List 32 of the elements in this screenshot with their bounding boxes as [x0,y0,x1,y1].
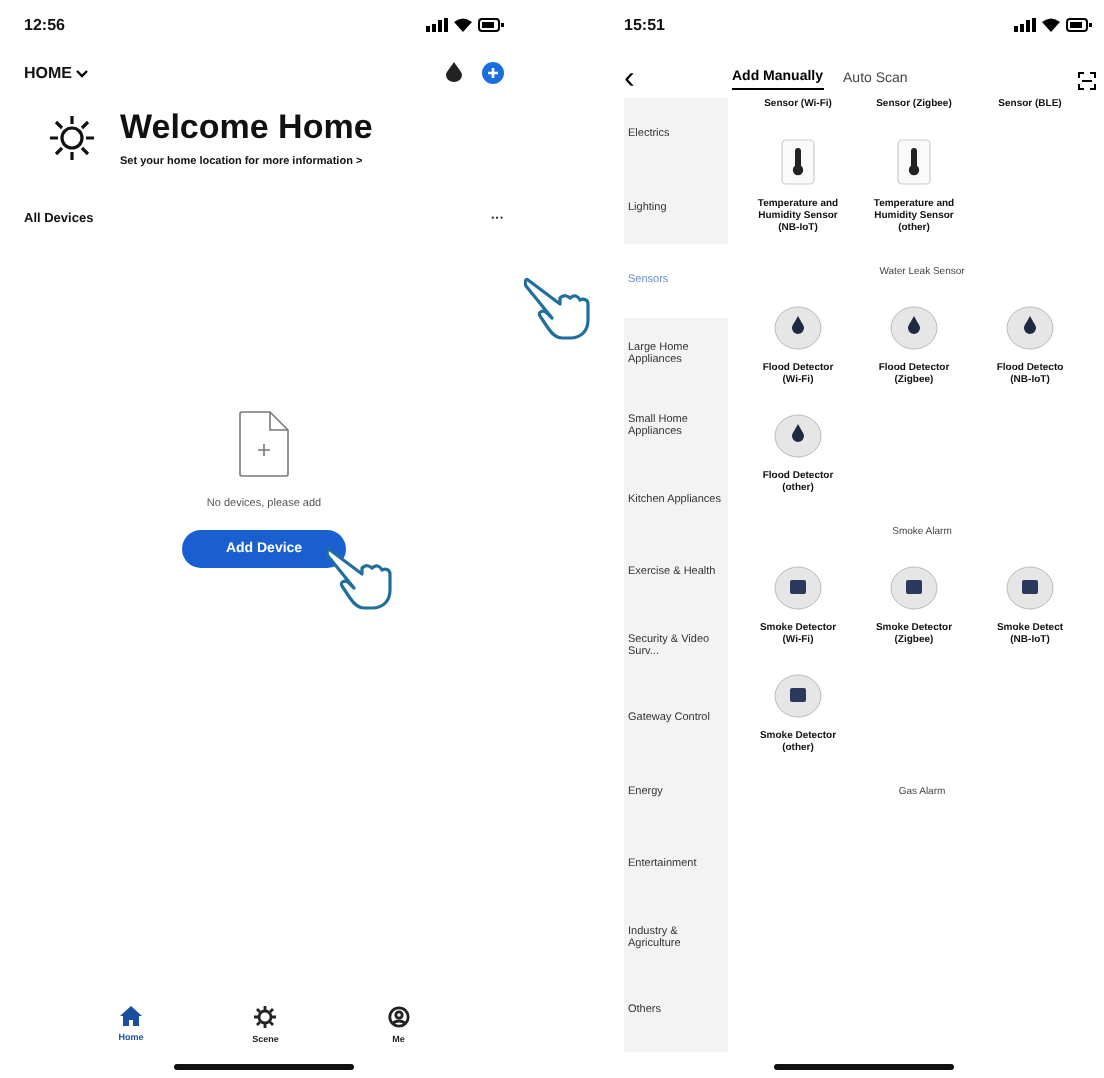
flood-detector-icon [774,306,822,350]
sun-icon [48,114,96,162]
status-time: 12:56 [24,16,65,34]
scan-icon[interactable] [1078,71,1096,89]
flood-detector-icon [1006,306,1054,350]
wifi-icon [454,18,472,32]
smoke-detector-icon [1006,566,1054,610]
wifi-icon [1042,18,1060,32]
smoke-detector-icon [890,566,938,610]
status-time: 15:51 [624,16,665,34]
person-icon [387,1006,410,1028]
home-selector[interactable]: HOME [24,64,72,82]
back-button[interactable]: ‹ [624,70,724,90]
home-icon [119,1006,142,1026]
battery-icon [1066,18,1092,32]
empty-document-icon [238,410,290,478]
welcome-title: Welcome Home [120,108,373,148]
add-circle-icon[interactable] [482,62,504,84]
gear-icon [254,1006,277,1028]
smoke-detector-icon [774,674,822,718]
signal-icon [1014,18,1036,32]
pointing-hand-icon [524,272,596,340]
thermometer-sensor-icon [896,138,932,186]
pointing-hand-icon [325,542,398,610]
drop-icon[interactable] [446,62,462,82]
signal-icon [426,18,448,32]
battery-icon [478,18,504,32]
thermometer-sensor-icon [780,138,816,186]
chevron-down-icon[interactable] [76,69,88,77]
smoke-detector-icon [774,566,822,610]
flood-detector-icon [774,414,822,458]
flood-detector-icon [890,306,938,350]
